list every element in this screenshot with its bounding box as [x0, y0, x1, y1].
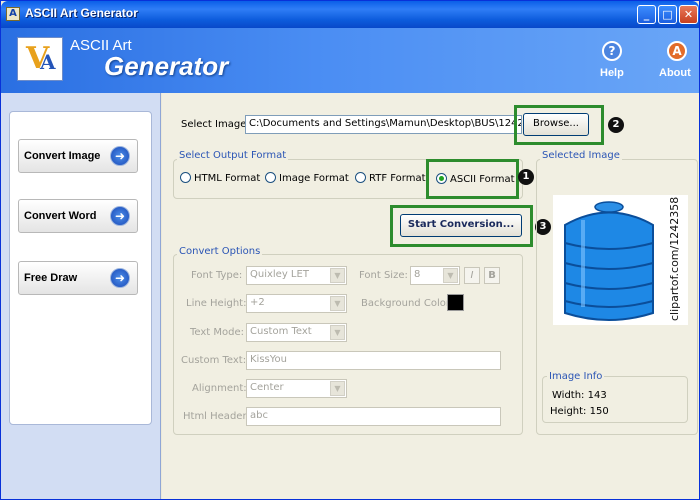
sidebar-item-label: Convert Image — [24, 150, 101, 162]
about-icon[interactable]: A — [667, 41, 687, 61]
minimize-button[interactable]: _ — [637, 5, 656, 24]
help-label[interactable]: Help — [600, 67, 624, 79]
alignment-select[interactable]: Center ▼ — [246, 379, 347, 398]
chevron-down-icon: ▼ — [443, 268, 458, 283]
text-mode-label: Text Mode: — [190, 327, 245, 338]
highlight-ascii — [426, 159, 519, 199]
arrow-right-icon: ➜ — [110, 206, 130, 226]
highlight-browse — [514, 105, 604, 145]
chevron-down-icon: ▼ — [330, 268, 345, 283]
font-type-label: Font Type: — [191, 270, 243, 281]
step-badge-1: 1 — [518, 169, 534, 185]
radio-circle[interactable] — [180, 172, 191, 183]
app-icon: A — [6, 7, 20, 21]
main-panel: Select Image: C:\Documents and Settings\… — [162, 93, 699, 499]
app-logo: VA — [17, 37, 63, 81]
custom-text-input[interactable]: KissYou — [246, 351, 501, 370]
sidebar-item-label: Convert Word — [24, 210, 97, 222]
custom-text-label: Custom Text: — [181, 355, 247, 366]
radio-html-format[interactable]: HTML Format — [180, 172, 260, 184]
arrow-right-icon: ➜ — [110, 268, 130, 288]
sidebar-item-free-draw[interactable]: Free Draw ➜ — [18, 261, 138, 295]
radio-image-format[interactable]: Image Format — [265, 172, 349, 184]
italic-toggle[interactable]: I — [464, 267, 480, 284]
html-header-input[interactable]: abc — [246, 407, 501, 426]
font-size-label: Font Size: — [359, 270, 408, 281]
maximize-button[interactable]: □ — [658, 5, 677, 24]
window-title: ASCII Art Generator — [25, 6, 138, 20]
line-height-label: Line Height: — [186, 298, 247, 309]
sidebar-item-label: Free Draw — [24, 272, 78, 284]
watermark-text: clipartof.com/1242358 — [668, 197, 681, 321]
alignment-label: Alignment: — [192, 383, 247, 394]
close-button[interactable]: ✕ — [679, 5, 698, 24]
background-color-swatch[interactable] — [447, 294, 464, 311]
arrow-right-icon: ➜ — [110, 146, 130, 166]
image-height-text: Height: 150 — [550, 406, 609, 417]
image-path-field[interactable]: C:\Documents and Settings\Mamun\Desktop\… — [245, 115, 522, 134]
line-height-select[interactable]: +2 ▼ — [246, 294, 347, 313]
radio-circle[interactable] — [265, 172, 276, 183]
image-info-title: Image Info — [547, 371, 605, 382]
html-header-label: Html Header: — [183, 411, 250, 422]
chevron-down-icon: ▼ — [330, 325, 345, 340]
bold-toggle[interactable]: B — [484, 267, 500, 284]
convert-options-title: Convert Options — [177, 246, 263, 257]
select-image-label: Select Image: — [181, 119, 250, 130]
about-label[interactable]: About — [659, 67, 691, 79]
radio-rtf-format[interactable]: RTF Format — [355, 172, 426, 184]
sidebar-item-convert-image[interactable]: Convert Image ➜ — [18, 139, 138, 173]
font-size-select[interactable]: 8 ▼ — [410, 266, 460, 285]
app-window: A ASCII Art Generator _ □ ✕ VA ASCII Art… — [0, 0, 700, 500]
radio-circle[interactable] — [355, 172, 366, 183]
title-bar[interactable]: A ASCII Art Generator _ □ ✕ — [1, 1, 699, 28]
text-mode-select[interactable]: Custom Text ▼ — [246, 323, 347, 342]
background-color-label: Background Color: — [361, 298, 454, 309]
font-type-select[interactable]: Quixley LET ▼ — [246, 266, 347, 285]
water-tank-image: clipartof.com/1242358 — [564, 197, 681, 321]
highlight-start — [390, 205, 533, 247]
chevron-down-icon: ▼ — [330, 296, 345, 311]
help-icon[interactable]: ? — [602, 41, 622, 61]
output-format-title: Select Output Format — [177, 150, 289, 161]
sidebar-item-convert-word[interactable]: Convert Word ➜ — [18, 199, 138, 233]
selected-image-preview: clipartof.com/1242358 — [553, 195, 688, 325]
step-badge-2: 2 — [608, 117, 624, 133]
app-title-line2: Generator — [104, 51, 229, 81]
chevron-down-icon: ▼ — [330, 381, 345, 396]
image-width-text: Width: 143 — [552, 390, 607, 401]
selected-image-title: Selected Image — [540, 150, 622, 161]
